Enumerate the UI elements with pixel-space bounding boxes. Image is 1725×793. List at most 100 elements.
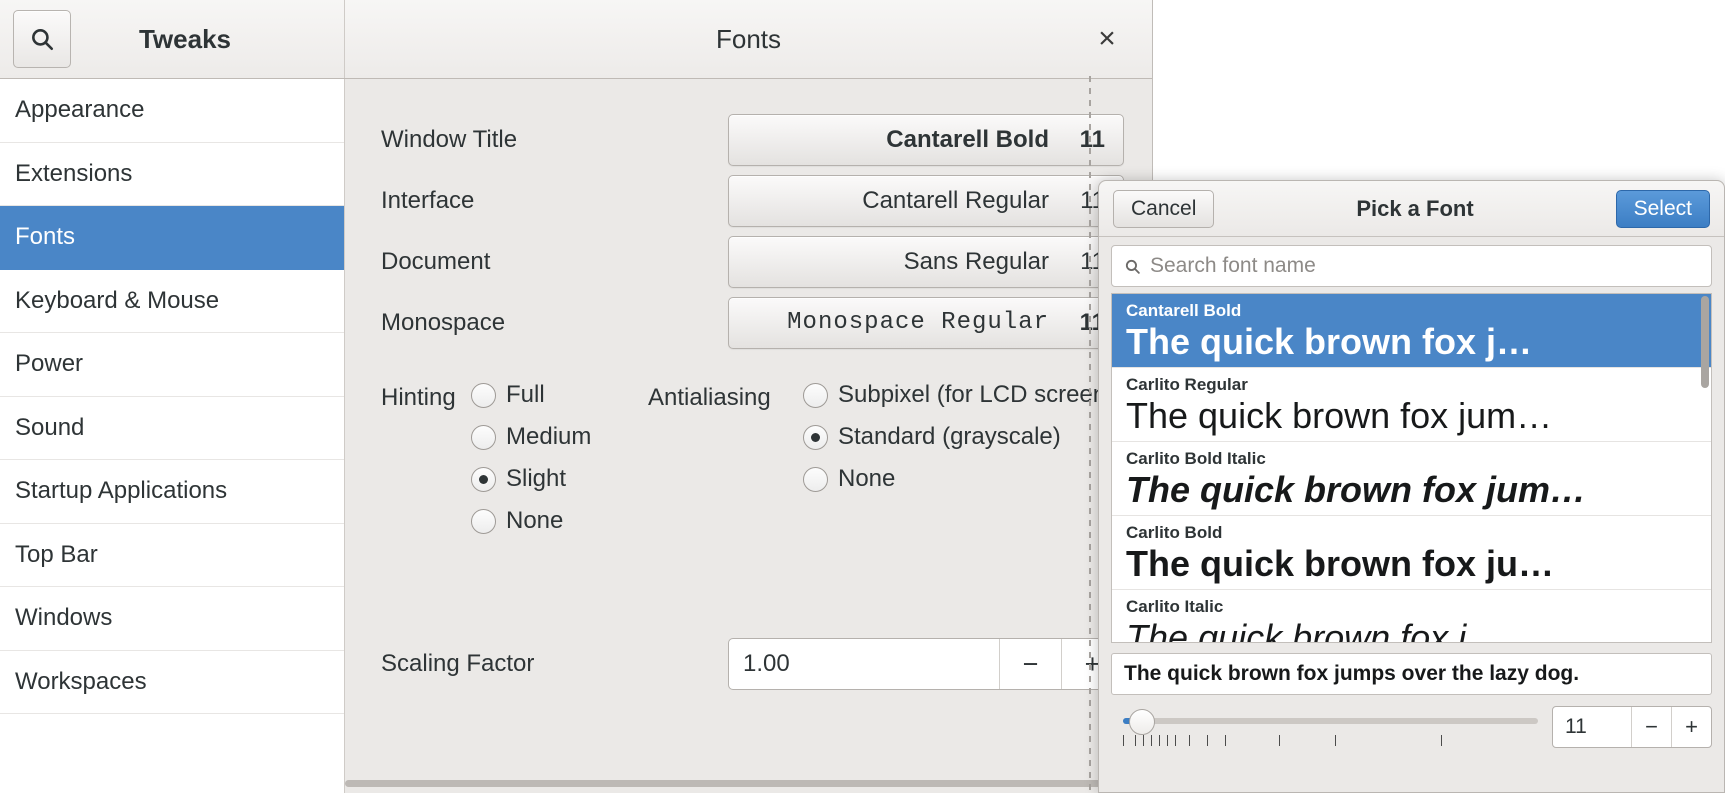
sidebar-item-startup-applications[interactable]: Startup Applications bbox=[0, 460, 344, 524]
radio-label: Slight bbox=[506, 465, 567, 492]
slider-knob[interactable] bbox=[1129, 709, 1155, 735]
sidebar-item-sound[interactable]: Sound bbox=[0, 397, 344, 460]
sidebar-item-label: Keyboard & Mouse bbox=[15, 286, 220, 314]
font-list-item-carlito-bold-italic[interactable]: Carlito Bold Italic The quick brown fox … bbox=[1112, 442, 1711, 516]
dialog-header-bar: Cancel Pick a Font Select bbox=[1099, 181, 1724, 237]
sidebar-item-top-bar[interactable]: Top Bar bbox=[0, 524, 344, 587]
sidebar-item-label: Workspaces bbox=[15, 667, 147, 695]
sidebar-item-label: Fonts bbox=[15, 223, 76, 251]
radio-label: None bbox=[506, 507, 564, 534]
font-name-value: Sans Regular bbox=[903, 247, 1049, 275]
sidebar-item-extensions[interactable]: Extensions bbox=[0, 143, 344, 206]
antialiasing-option-standard[interactable]: Standard (grayscale) bbox=[803, 423, 1126, 451]
scaling-factor-decrement-button[interactable]: − bbox=[999, 639, 1061, 689]
font-row-monospace: Monospace Monospace Regular 11 bbox=[373, 292, 1124, 353]
font-size-stepper[interactable]: 11 − + bbox=[1552, 706, 1712, 748]
font-name-value: Monospace Regular bbox=[787, 309, 1049, 336]
font-size-increment-button[interactable]: + bbox=[1671, 707, 1711, 747]
antialiasing-option-none[interactable]: None bbox=[803, 465, 1126, 493]
sidebar-item-keyboard-mouse[interactable]: Keyboard & Mouse bbox=[0, 270, 344, 333]
font-name-value: Cantarell Bold bbox=[886, 125, 1049, 153]
window-header-bar: Tweaks Fonts × bbox=[0, 0, 1152, 79]
sidebar-item-label: Top Bar bbox=[15, 540, 98, 568]
font-list-item-name: Cantarell Bold bbox=[1126, 301, 1242, 320]
radio-icon bbox=[471, 424, 496, 450]
font-list-item-sample: The quick brown fox j… bbox=[1126, 617, 1503, 643]
font-preview-box[interactable]: The quick brown fox jumps over the lazy … bbox=[1111, 653, 1712, 695]
font-name-value: Cantarell Regular bbox=[862, 186, 1049, 214]
slider-track bbox=[1123, 718, 1538, 724]
window-title-font-button[interactable]: Cantarell Bold 11 bbox=[728, 113, 1124, 166]
tweaks-window: Tweaks Fonts × Appearance Extensions Fon… bbox=[0, 0, 1153, 793]
hinting-legend: Hinting bbox=[381, 384, 456, 411]
font-size-slider[interactable] bbox=[1111, 705, 1538, 749]
search-field-wrapper: Search font name bbox=[1099, 237, 1724, 293]
header-sidebar-section: Tweaks bbox=[0, 0, 345, 78]
font-preview-text: The quick brown fox jumps over the lazy … bbox=[1124, 662, 1580, 685]
radio-label: Medium bbox=[506, 423, 592, 450]
search-icon bbox=[1125, 259, 1140, 274]
window-body: Appearance Extensions Fonts Keyboard & M… bbox=[0, 79, 1152, 793]
font-list-item-name: Carlito Bold Italic bbox=[1126, 449, 1266, 468]
sidebar-item-label: Power bbox=[15, 350, 84, 378]
radio-icon bbox=[471, 382, 496, 408]
antialiasing-radio-list: Subpixel (for LCD screens) Standard (gra… bbox=[803, 381, 1126, 535]
radio-icon-selected bbox=[471, 466, 496, 492]
hinting-option-slight[interactable]: Slight bbox=[471, 465, 591, 493]
hinting-option-medium[interactable]: Medium bbox=[471, 423, 591, 451]
font-settings-list: Window Title Cantarell Bold 11 Interface… bbox=[373, 79, 1124, 353]
font-list-item-carlito-italic[interactable]: Carlito Italic The quick brown fox j… bbox=[1112, 590, 1711, 643]
sidebar-item-windows[interactable]: Windows bbox=[0, 587, 344, 651]
radio-icon bbox=[803, 466, 828, 492]
sidebar-item-power[interactable]: Power bbox=[0, 333, 344, 397]
font-size-row: 11 − + bbox=[1111, 705, 1712, 749]
radio-icon bbox=[803, 382, 828, 408]
close-icon[interactable]: × bbox=[1090, 22, 1124, 56]
fonts-panel: Window Title Cantarell Bold 11 Interface… bbox=[345, 79, 1152, 793]
radio-label: Full bbox=[506, 381, 545, 408]
radio-label: None bbox=[838, 465, 896, 492]
font-size-decrement-button[interactable]: − bbox=[1631, 707, 1671, 747]
hinting-option-full[interactable]: Full bbox=[471, 381, 591, 409]
slider-ticks bbox=[1119, 735, 1538, 747]
font-row-interface: Interface Cantarell Regular 11 bbox=[373, 170, 1124, 231]
page-title: Fonts bbox=[715, 23, 782, 54]
sidebar-item-appearance[interactable]: Appearance bbox=[0, 79, 344, 143]
font-list-item-sample: The quick brown fox j… bbox=[1126, 321, 1533, 363]
antialiasing-option-subpixel[interactable]: Subpixel (for LCD screens) bbox=[803, 381, 1126, 409]
monospace-font-button[interactable]: Monospace Regular 11 bbox=[728, 296, 1124, 349]
font-list[interactable]: Cantarell Bold The quick brown fox j… Ca… bbox=[1111, 293, 1712, 643]
font-list-item-carlito-regular[interactable]: Carlito Regular The quick brown fox jum… bbox=[1112, 368, 1711, 442]
font-list-item-sample: The quick brown fox ju… bbox=[1126, 543, 1555, 585]
hinting-group: Hinting Full Medium Slight None bbox=[373, 381, 623, 535]
radio-icon bbox=[471, 508, 496, 534]
document-font-button[interactable]: Sans Regular 11 bbox=[728, 235, 1124, 288]
horizontal-scrollbar[interactable] bbox=[345, 780, 1136, 787]
antialiasing-legend: Antialiasing bbox=[648, 384, 771, 411]
radio-icon-selected bbox=[803, 424, 828, 450]
font-size-input[interactable]: 11 bbox=[1553, 707, 1631, 747]
sidebar-item-fonts[interactable]: Fonts bbox=[0, 206, 344, 270]
app-title: Tweaks bbox=[138, 23, 231, 54]
select-button[interactable]: Select bbox=[1615, 189, 1710, 228]
screen: Tweaks Fonts × Appearance Extensions Fon… bbox=[0, 0, 1725, 793]
hinting-option-none[interactable]: None bbox=[471, 507, 591, 535]
font-list-item-name: Carlito Bold bbox=[1126, 523, 1223, 542]
sidebar-item-label: Windows bbox=[15, 604, 113, 632]
cancel-button[interactable]: Cancel bbox=[1113, 189, 1215, 228]
font-list-item-carlito-bold[interactable]: Carlito Bold The quick brown fox ju… bbox=[1112, 516, 1711, 590]
interface-font-button[interactable]: Cantarell Regular 11 bbox=[728, 174, 1124, 227]
radio-label: Standard (grayscale) bbox=[838, 423, 1061, 450]
hinting-radio-list: Full Medium Slight None bbox=[471, 381, 591, 535]
font-list-item-cantarell-bold[interactable]: Cantarell Bold The quick brown fox j… bbox=[1112, 294, 1711, 368]
font-row-label: Window Title bbox=[381, 125, 518, 153]
font-search-placeholder: Search font name bbox=[1150, 254, 1316, 277]
scaling-factor-stepper[interactable]: 1.00 − + bbox=[728, 638, 1124, 690]
sidebar-item-workspaces[interactable]: Workspaces bbox=[0, 651, 344, 714]
search-button[interactable] bbox=[13, 10, 71, 68]
font-list-scrollbar[interactable] bbox=[1701, 296, 1709, 388]
search-icon bbox=[32, 29, 54, 51]
font-search-input[interactable]: Search font name bbox=[1111, 245, 1712, 287]
scaling-factor-input[interactable]: 1.00 bbox=[729, 639, 999, 689]
font-list-item-sample: The quick brown fox jum… bbox=[1126, 395, 1553, 437]
